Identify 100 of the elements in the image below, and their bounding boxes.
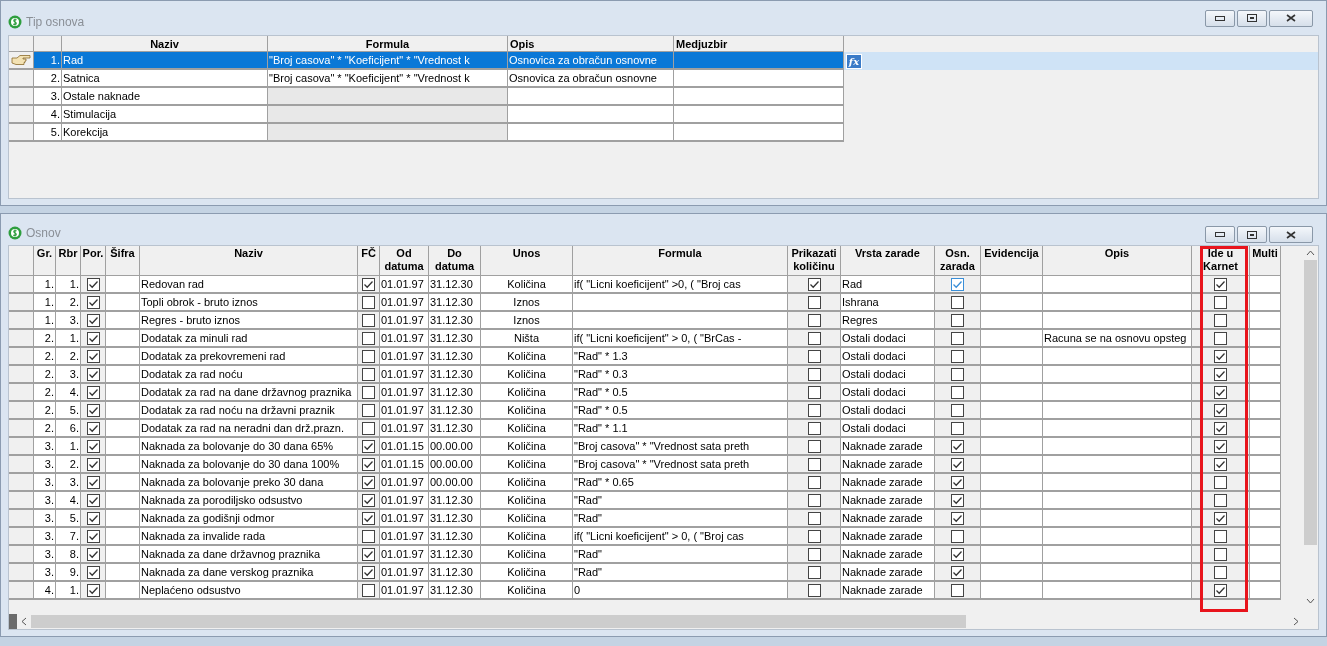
checkbox[interactable] <box>807 583 821 597</box>
checked-checkbox[interactable] <box>362 493 375 507</box>
checkbox[interactable] <box>951 349 964 363</box>
checked-checkbox[interactable] <box>362 277 375 291</box>
checkbox[interactable] <box>362 583 375 597</box>
checked-checkbox[interactable] <box>362 475 375 489</box>
checkbox[interactable] <box>1214 529 1227 543</box>
scroll-thumb[interactable] <box>31 615 966 628</box>
checked-checkbox[interactable] <box>1214 421 1227 435</box>
checked-checkbox[interactable] <box>86 457 100 471</box>
checkbox[interactable] <box>807 295 821 309</box>
column-header[interactable]: Medjuzbir <box>674 36 844 52</box>
checked-checkbox[interactable] <box>86 331 100 345</box>
checked-checkbox[interactable] <box>951 493 964 507</box>
checkbox[interactable] <box>807 313 821 327</box>
minimize-button[interactable] <box>1205 9 1235 27</box>
checkbox[interactable] <box>362 421 375 435</box>
checked-checkbox[interactable] <box>1214 439 1227 453</box>
scroll-thumb[interactable] <box>1304 260 1317 545</box>
checkbox[interactable] <box>951 367 964 381</box>
checkbox[interactable] <box>1214 547 1227 561</box>
checkbox[interactable] <box>362 295 375 309</box>
checked-checkbox[interactable] <box>86 295 100 309</box>
checkbox[interactable] <box>807 493 821 507</box>
checked-checkbox[interactable] <box>362 439 375 453</box>
checkbox[interactable] <box>1214 475 1227 489</box>
checkbox[interactable] <box>807 457 821 471</box>
checked-checkbox[interactable] <box>951 457 964 471</box>
checked-checkbox[interactable] <box>1214 583 1227 597</box>
checked-checkbox[interactable] <box>86 529 100 543</box>
checked-checkbox[interactable] <box>951 511 964 525</box>
formula-button[interactable]: fx <box>846 53 862 69</box>
maximize-button[interactable] <box>1237 226 1267 243</box>
checkbox[interactable] <box>1214 331 1227 345</box>
checked-checkbox[interactable] <box>86 565 100 579</box>
column-header[interactable]: Naziv <box>62 36 268 52</box>
checked-checkbox[interactable] <box>86 403 100 417</box>
checkbox[interactable] <box>807 565 821 579</box>
checked-checkbox[interactable] <box>362 511 375 525</box>
selected-row[interactable]: 1. Rad "Broj casova" * "Koeficijent" * "Vrednost k Osnovica za obračun osnovne fx <box>9 52 1318 70</box>
checkbox[interactable] <box>951 295 964 309</box>
table-row[interactable]: 5. Korekcija <box>9 124 1318 142</box>
checked-checkbox[interactable] <box>951 565 964 579</box>
checkbox[interactable] <box>807 349 821 363</box>
checked-checkbox[interactable] <box>86 349 100 363</box>
checkbox[interactable] <box>362 385 375 399</box>
checkbox[interactable] <box>362 403 375 417</box>
checked-checkbox[interactable] <box>951 547 964 561</box>
checkbox[interactable] <box>807 511 821 525</box>
checked-checkbox[interactable] <box>1214 511 1227 525</box>
checked-checkbox[interactable] <box>1214 367 1227 381</box>
row-header[interactable] <box>9 52 34 70</box>
checkbox[interactable] <box>362 313 375 327</box>
checked-checkbox[interactable] <box>86 367 100 381</box>
checked-checkbox[interactable] <box>86 583 100 597</box>
checked-checkbox[interactable] <box>86 475 100 489</box>
checkbox[interactable] <box>951 421 964 435</box>
close-button[interactable] <box>1269 9 1313 27</box>
checked-checkbox[interactable] <box>86 385 100 399</box>
checked-checkbox[interactable] <box>1214 403 1227 417</box>
checked-checkbox[interactable] <box>86 493 100 507</box>
maximize-button[interactable] <box>1237 9 1267 27</box>
checkbox[interactable] <box>807 547 821 561</box>
checked-checkbox[interactable] <box>362 457 375 471</box>
checked-checkbox[interactable] <box>86 277 100 291</box>
checked-checkbox[interactable] <box>362 565 375 579</box>
checkbox[interactable] <box>807 529 821 543</box>
checkbox[interactable] <box>1214 295 1227 309</box>
table-row[interactable]: 3. Ostale naknade <box>9 88 1318 106</box>
checkbox[interactable] <box>807 439 821 453</box>
checkbox[interactable] <box>1214 313 1227 327</box>
checkbox[interactable] <box>362 529 375 543</box>
checked-checkbox[interactable] <box>951 277 964 291</box>
checked-checkbox[interactable] <box>86 511 100 525</box>
checkbox[interactable] <box>807 367 821 381</box>
checkbox[interactable] <box>362 331 375 345</box>
checkbox[interactable] <box>807 421 821 435</box>
checked-checkbox[interactable] <box>86 421 100 435</box>
checked-checkbox[interactable] <box>86 547 100 561</box>
checkbox[interactable] <box>807 403 821 417</box>
checked-checkbox[interactable] <box>86 313 100 327</box>
table-row[interactable]: 4. Stimulacija <box>9 106 1318 124</box>
checked-checkbox[interactable] <box>362 547 375 561</box>
checked-checkbox[interactable] <box>1214 277 1227 291</box>
checked-checkbox[interactable] <box>1214 349 1227 363</box>
checked-checkbox[interactable] <box>951 439 964 453</box>
checkbox[interactable] <box>362 367 375 381</box>
checkbox[interactable] <box>807 331 821 345</box>
column-header[interactable]: Opis <box>508 36 674 52</box>
checkbox[interactable] <box>362 349 375 363</box>
checkbox[interactable] <box>1214 565 1227 579</box>
column-header[interactable]: Formula <box>268 36 508 52</box>
checkbox[interactable] <box>951 529 964 543</box>
checked-checkbox[interactable] <box>807 277 821 291</box>
minimize-button[interactable] <box>1205 226 1235 243</box>
checkbox[interactable] <box>951 403 964 417</box>
checked-checkbox[interactable] <box>951 475 964 489</box>
checked-checkbox[interactable] <box>1214 385 1227 399</box>
checkbox[interactable] <box>807 475 821 489</box>
checkbox[interactable] <box>951 313 964 327</box>
